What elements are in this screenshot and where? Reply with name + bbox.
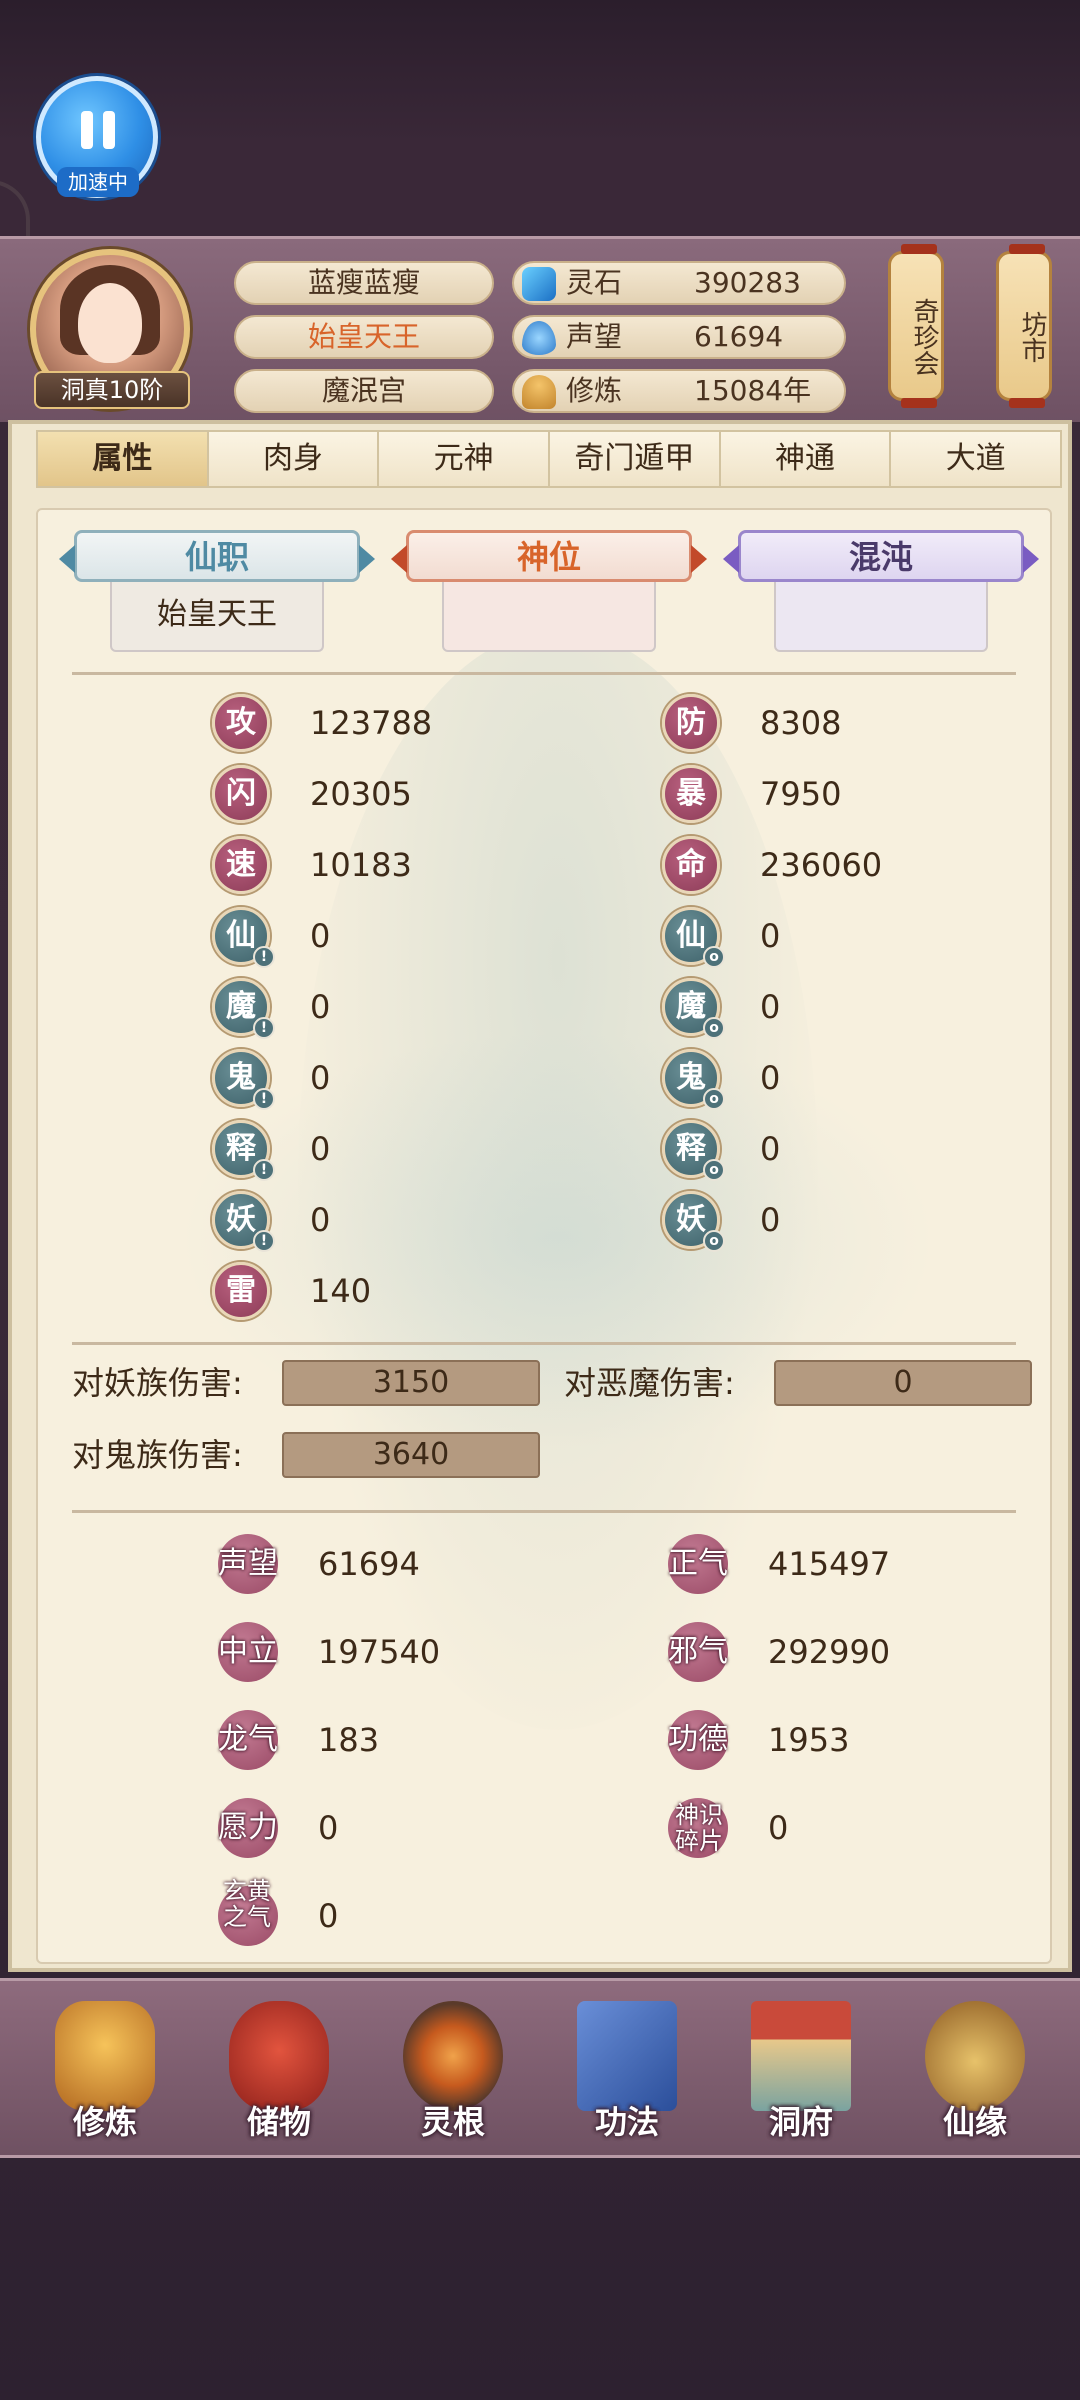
thunder-icon: 雷	[212, 1262, 270, 1320]
market-lantern[interactable]: 坊市	[996, 244, 1052, 408]
storage-bag-icon	[229, 2001, 329, 2111]
nav-techniques[interactable]: 功法	[552, 1991, 702, 2155]
nav-cave[interactable]: 洞府	[726, 1991, 876, 2155]
reputation-icon	[522, 321, 556, 355]
attr-mo-defense: 魔o 0	[662, 978, 1050, 1039]
attr-attack: 攻 123788	[212, 694, 632, 752]
section-divider	[72, 1342, 1016, 1345]
treasure-market-lantern[interactable]: 奇珍会	[888, 244, 944, 408]
shi-icon: 释!	[212, 1120, 275, 1181]
resource-spirit-stone: 灵石 390283	[512, 261, 846, 305]
character-panel: 属性 肉身 元神 奇门遁甲 神通 大道 仙职 始皇天王 神位 混沌 攻 1237…	[8, 420, 1072, 1972]
gui-defense-icon: 鬼o	[662, 1049, 725, 1110]
attributes-content: 仙职 始皇天王 神位 混沌 攻 123788 闪 20305 速 10183 仙…	[36, 508, 1052, 1964]
tab-bar: 属性 肉身 元神 奇门遁甲 神通 大道	[36, 430, 1063, 488]
spirit-stone-icon	[522, 267, 556, 301]
attr-thunder: 雷 140	[212, 1262, 632, 1320]
damage-yao-value: 3150	[282, 1360, 540, 1406]
tab-powers[interactable]: 神通	[718, 430, 892, 488]
attr-shi-defense: 释o 0	[662, 1120, 1050, 1181]
speed-toggle-button[interactable]: 加速中	[36, 76, 158, 198]
hp-icon: 命	[662, 836, 720, 894]
attr-xian-attack: 仙! 0	[212, 907, 632, 968]
damage-gui-value: 3640	[282, 1432, 540, 1478]
yao-defense-icon: 妖o	[662, 1191, 725, 1252]
nav-spirit-root[interactable]: 灵根	[378, 1991, 528, 2155]
hundun-banner: 混沌	[723, 530, 1039, 582]
dodge-icon: 闪	[212, 765, 270, 823]
player-sect: 魔泯宫	[234, 369, 494, 413]
attack-icon: 攻	[212, 694, 270, 752]
resource-reputation: 声望 61694	[512, 315, 846, 359]
attr-crit: 暴 7950	[662, 765, 1050, 823]
cultivation-level-badge: 洞真10阶	[34, 371, 190, 409]
attr-mo-attack: 魔! 0	[212, 978, 632, 1039]
resource-cultivation-time: 修炼 15084年	[512, 369, 846, 413]
player-header: 洞真10阶 蓝瘦蓝瘦 始皇天王 魔泯宫 灵石 390283 声望 61694 修…	[0, 236, 1080, 422]
speed-icon: 速	[212, 836, 270, 894]
mo-icon: 魔!	[212, 978, 275, 1039]
defense-icon: 防	[662, 694, 720, 752]
shi-defense-icon: 释o	[662, 1120, 725, 1181]
attr-yao-defense: 妖o 0	[662, 1191, 1050, 1252]
nav-storage[interactable]: 储物	[204, 1991, 354, 2155]
yao-icon: 妖!	[212, 1191, 275, 1252]
gourd-icon	[925, 2001, 1025, 2111]
tab-spirit[interactable]: 元神	[377, 430, 551, 488]
attr-gui-defense: 鬼o 0	[662, 1049, 1050, 1110]
xian-icon: 仙!	[212, 907, 275, 968]
nav-cultivate[interactable]: 修炼	[30, 1991, 180, 2155]
player-title: 始皇天王	[234, 315, 494, 359]
cultivate-icon	[55, 2001, 155, 2111]
cave-house-icon	[751, 2001, 851, 2111]
hundun-slot[interactable]	[774, 582, 988, 652]
speed-status-label: 加速中	[57, 167, 139, 197]
shenwei-slot[interactable]	[442, 582, 656, 652]
attr-yao-attack: 妖! 0	[212, 1191, 632, 1252]
attr-defense: 防 8308	[662, 694, 1050, 752]
xianzhi-value[interactable]: 始皇天王	[110, 582, 324, 652]
section-divider	[72, 672, 1016, 675]
tab-qimen[interactable]: 奇门遁甲	[548, 430, 721, 488]
damage-yao-label: 对妖族伤害:	[72, 1364, 243, 1402]
damage-emo-value: 0	[774, 1360, 1032, 1406]
spirit-root-icon	[403, 2001, 503, 2111]
mo-defense-icon: 魔o	[662, 978, 725, 1039]
damage-gui-label: 对鬼族伤害:	[72, 1436, 243, 1474]
attr-speed: 速 10183	[212, 836, 632, 894]
pause-icon	[81, 111, 115, 149]
tab-dao[interactable]: 大道	[889, 430, 1063, 488]
attr-hp: 命 236060	[662, 836, 1050, 894]
attr-dodge: 闪 20305	[212, 765, 632, 823]
bottom-nav: 修炼 储物 灵根 功法 洞府 仙缘	[0, 1978, 1080, 2158]
technique-book-icon	[577, 2001, 677, 2111]
attr-shi-attack: 释! 0	[212, 1120, 632, 1181]
attr-xian-defense: 仙o 0	[662, 907, 1050, 968]
gui-icon: 鬼!	[212, 1049, 275, 1110]
xianzhi-banner: 仙职	[59, 530, 375, 582]
shenwei-banner: 神位	[391, 530, 707, 582]
nav-fate[interactable]: 仙缘	[900, 1991, 1050, 2155]
meditation-icon	[522, 375, 556, 409]
tab-body[interactable]: 肉身	[206, 430, 380, 488]
section-divider	[72, 1510, 1016, 1513]
player-name: 蓝瘦蓝瘦	[234, 261, 494, 305]
damage-emo-label: 对恶魔伤害:	[564, 1364, 735, 1402]
xian-defense-icon: 仙o	[662, 907, 725, 968]
tab-attributes[interactable]: 属性	[36, 430, 209, 488]
attr-gui-attack: 鬼! 0	[212, 1049, 632, 1110]
crit-icon: 暴	[662, 765, 720, 823]
